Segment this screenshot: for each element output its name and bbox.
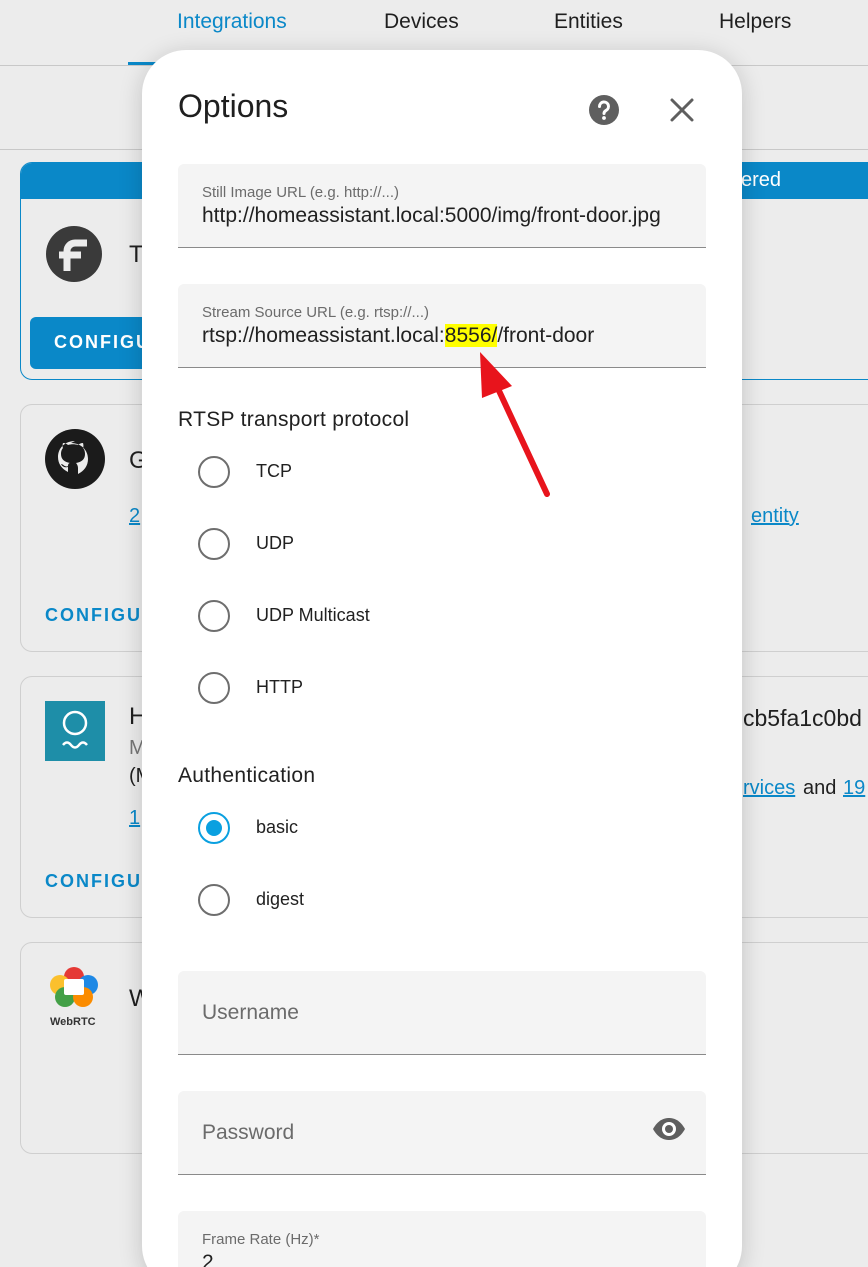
github-logo-icon (45, 429, 105, 489)
password-placeholder: Password (202, 1121, 295, 1144)
integration-logo-icon (45, 701, 105, 761)
radio-option-digest[interactable]: digest (198, 876, 598, 924)
webrtc-logo-text: WebRTC (50, 1016, 96, 1028)
radio-option-basic[interactable]: basic (198, 804, 598, 852)
frame-rate-value: 2 (202, 1251, 214, 1267)
stream-source-url-label: Stream Source URL (e.g. rtsp://...) (202, 304, 430, 321)
still-image-url-value: http://homeassistant.local:5000/img/fron… (202, 204, 661, 227)
frame-rate-field[interactable]: Frame Rate (Hz)* 2 (178, 1211, 706, 1267)
devices-link[interactable]: 2 (129, 505, 140, 528)
tab-devices[interactable]: Devices (384, 10, 459, 34)
configure-link[interactable]: CONFIGUR (45, 605, 157, 626)
radio-label: digest (256, 889, 305, 909)
tab-integrations[interactable]: Integrations (177, 10, 287, 34)
stream-url-suffix: /front-door (497, 324, 595, 347)
authentication-title: Authentication (178, 764, 316, 787)
options-dialog: Options Still Image URL (e.g. http://...… (142, 50, 742, 1267)
radio-label: TCP (256, 461, 292, 481)
stream-source-url-value: rtsp://homeassistant.local:8556//front-d… (202, 324, 682, 348)
radio-label: basic (256, 817, 299, 837)
frame-rate-label: Frame Rate (Hz)* (202, 1231, 320, 1248)
radio-button[interactable] (198, 456, 230, 488)
radio-option-udp[interactable]: UDP (198, 520, 598, 568)
radio-button[interactable] (198, 672, 230, 704)
configure-link[interactable]: CONFIGUR (45, 871, 157, 892)
help-icon[interactable] (588, 94, 620, 126)
integration-logo-icon (46, 226, 102, 282)
radio-option-udp-multicast[interactable]: UDP Multicast (198, 592, 598, 640)
integration-id: cb5fa1c0bd (743, 705, 862, 731)
still-image-url-label: Still Image URL (e.g. http://...) (202, 184, 400, 201)
radio-label: UDP (256, 533, 295, 553)
radio-button[interactable] (198, 884, 230, 916)
radio-option-http[interactable]: HTTP (198, 664, 598, 712)
devices-link[interactable]: 1 (129, 807, 140, 830)
stream-url-port-highlight: 8556 (444, 324, 492, 347)
and-text: and (803, 777, 837, 799)
card-banner-text: ered (741, 169, 782, 191)
radio-button[interactable] (198, 528, 230, 560)
tab-helpers[interactable]: Helpers (719, 10, 791, 34)
username-placeholder: Username (202, 1001, 299, 1024)
eye-icon[interactable] (652, 1117, 686, 1141)
radio-button[interactable] (198, 600, 230, 632)
radio-label: UDP Multicast (256, 605, 370, 625)
tab-entities[interactable]: Entities (554, 10, 623, 34)
still-image-url-field[interactable]: Still Image URL (e.g. http://...) http:/… (178, 164, 706, 248)
entities-count-link[interactable]: 19 (843, 777, 865, 800)
dialog-title: Options (178, 88, 289, 124)
services-link[interactable]: rvices (743, 777, 795, 800)
password-field[interactable]: Password (178, 1091, 706, 1175)
stream-url-prefix: rtsp://homeassistant.local: (202, 324, 445, 347)
radio-label: HTTP (256, 677, 303, 697)
username-field[interactable]: Username (178, 971, 706, 1055)
entity-link[interactable]: entity (751, 505, 799, 528)
stream-source-url-field[interactable]: Stream Source URL (e.g. rtsp://...) rtsp… (178, 284, 706, 368)
webrtc-logo-icon (50, 967, 98, 1007)
radio-option-tcp[interactable]: TCP (198, 448, 598, 496)
close-icon[interactable] (668, 96, 696, 124)
rtsp-transport-title: RTSP transport protocol (178, 408, 410, 431)
radio-button-selected[interactable] (198, 812, 230, 844)
